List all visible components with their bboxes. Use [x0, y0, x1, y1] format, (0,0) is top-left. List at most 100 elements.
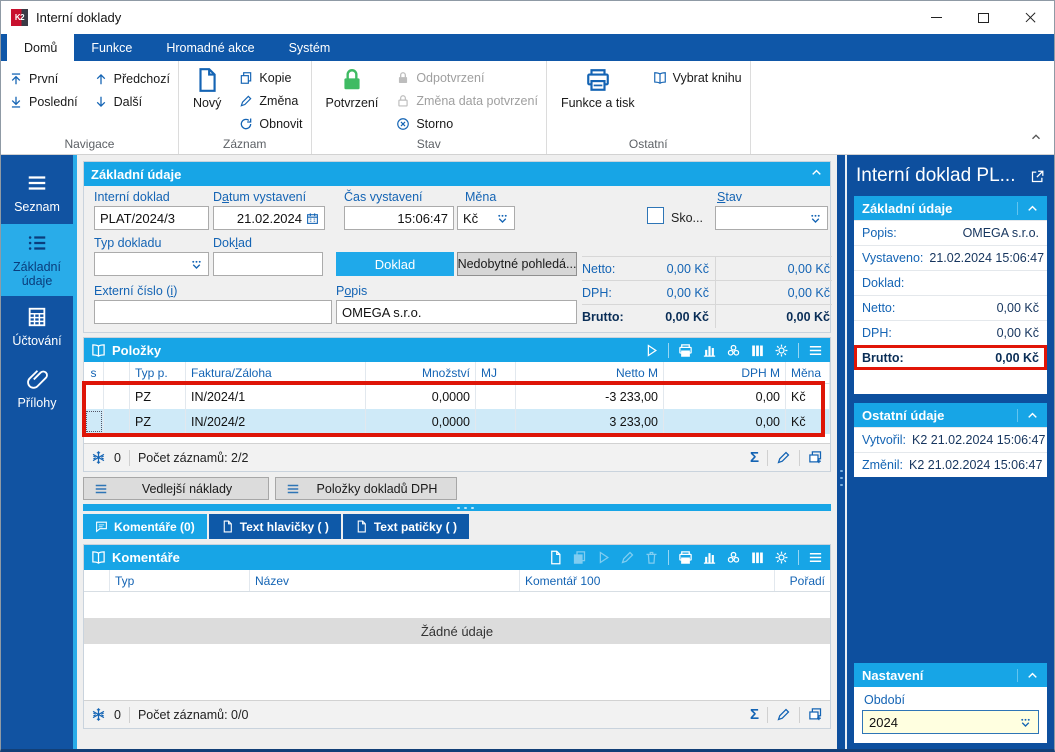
new-record-icon[interactable] — [548, 550, 563, 565]
settings-gear-icon[interactable] — [774, 550, 789, 565]
open-external-icon[interactable] — [1030, 169, 1045, 184]
typ-dokladu-input[interactable] — [94, 252, 209, 276]
sum-icon[interactable]: Σ — [750, 449, 759, 466]
doklad-input[interactable] — [213, 252, 323, 276]
chart-icon[interactable] — [702, 550, 717, 565]
menu-icon[interactable] — [808, 550, 823, 565]
chevron-up-icon — [810, 166, 823, 179]
lock-outline-icon — [396, 94, 410, 108]
previous-button[interactable]: Předchozí — [94, 67, 170, 90]
new-document-icon — [194, 67, 220, 93]
cas-vystaveni-input[interactable]: 15:06:47 — [344, 206, 454, 230]
lock-icon — [396, 71, 410, 85]
items-status-bar: 0 Počet záznamů: 2/2 Σ — [84, 443, 830, 471]
close-button[interactable] — [1007, 1, 1054, 34]
sidebar-item-uctovani[interactable]: Účtování — [1, 296, 73, 358]
comments-status-bar: 0 Počet záznamů: 0/0 Σ — [84, 700, 830, 728]
related-records-icon[interactable] — [726, 343, 741, 358]
dropdown-icon[interactable] — [1019, 716, 1032, 729]
externi-cislo-input[interactable] — [94, 300, 332, 324]
popis-label: Popis — [336, 284, 368, 298]
confirm-button[interactable]: Potvrzení — [320, 64, 385, 110]
sko-checkbox[interactable] — [647, 207, 664, 224]
group-label-zaznam: Záznam — [223, 137, 267, 151]
vertical-splitter[interactable] — [837, 155, 845, 749]
edit-pencil-icon[interactable] — [776, 707, 791, 722]
stav-input[interactable] — [715, 206, 828, 230]
first-button[interactable]: První — [9, 67, 78, 90]
book-icon — [91, 343, 106, 358]
next-button[interactable]: Další — [94, 90, 170, 113]
run-icon[interactable] — [644, 343, 659, 358]
sko-label: Sko... — [671, 211, 703, 225]
edit-pencil-icon[interactable] — [776, 450, 791, 465]
period-input[interactable]: 2024 — [862, 710, 1039, 734]
sidebar-item-prilohy[interactable]: Přílohy — [1, 358, 73, 420]
new-button[interactable]: Nový — [187, 64, 227, 110]
list-icon — [26, 172, 48, 194]
copy-add-icon[interactable] — [808, 707, 823, 722]
collapse-panel-button[interactable] — [810, 166, 823, 182]
popis-input[interactable]: OMEGA s.r.o. — [336, 300, 577, 324]
sidebar-item-zakladni-udaje[interactable]: Základní údaje — [1, 224, 73, 296]
copy-add-icon[interactable] — [808, 450, 823, 465]
last-button[interactable]: Poslední — [9, 90, 78, 113]
ribbon-group-stav: Potvrzení Odpotvrzení Změna data potvrze… — [312, 61, 547, 154]
mena-label: Měna — [465, 190, 497, 204]
group-label-navigace: Navigace — [64, 137, 115, 151]
table-row[interactable]: PZ IN/2024/1 0,0000 -3 233,00 0,00 Kč — [84, 384, 830, 409]
sum-icon[interactable]: Σ — [750, 706, 759, 723]
summary-other-card: Ostatní údaje Vytvořil: K2 21.02.2024 15:… — [854, 403, 1047, 477]
vedlejsi-naklady-button[interactable]: Vedlejší náklady — [83, 477, 269, 500]
interni-doklad-input[interactable]: PLAT/2024/3 — [94, 206, 209, 230]
related-records-icon[interactable] — [726, 550, 741, 565]
collapse-section-button[interactable] — [1017, 201, 1039, 215]
copy-button[interactable]: Kopie — [239, 66, 302, 89]
dropdown-icon[interactable] — [809, 212, 822, 225]
calendar-icon[interactable] — [306, 212, 319, 225]
items-table-header: s Typ p. Faktura/Záloha Množství MJ Nett… — [84, 362, 830, 384]
doklad-button[interactable]: Doklad — [336, 252, 454, 276]
tab-text-hlavicky[interactable]: Text hlavičky ( ) — [208, 514, 341, 539]
refresh-button[interactable]: Obnovit — [239, 112, 303, 135]
change-button[interactable]: Změna — [239, 89, 302, 112]
settings-gear-icon[interactable] — [774, 343, 789, 358]
maximize-button[interactable] — [960, 1, 1007, 34]
collapse-section-button[interactable] — [1017, 408, 1039, 422]
collapse-section-button[interactable] — [1017, 668, 1039, 682]
menu-icon — [286, 482, 300, 496]
chart-icon[interactable] — [702, 343, 717, 358]
polozky-dokladu-dph-button[interactable]: Položky dokladů DPH — [275, 477, 457, 500]
snowflake-icon[interactable] — [91, 450, 106, 465]
copy-icon — [239, 71, 253, 85]
functions-print-button[interactable]: Funkce a tisk — [555, 64, 641, 110]
columns-icon[interactable] — [750, 343, 765, 358]
sidebar-item-seznam[interactable]: Seznam — [1, 162, 73, 224]
minimize-button[interactable] — [913, 1, 960, 34]
tab-hromadne-akce[interactable]: Hromadné akce — [149, 34, 271, 61]
columns-icon[interactable] — [750, 550, 765, 565]
storno-button[interactable]: Storno — [396, 112, 538, 135]
k2-logo-icon: K2 — [11, 9, 28, 26]
tab-text-paticky[interactable]: Text patičky ( ) — [342, 514, 469, 539]
ribbon-collapse-button[interactable] — [1030, 130, 1042, 148]
menu-icon[interactable] — [808, 343, 823, 358]
print-icon[interactable] — [678, 343, 693, 358]
select-book-button[interactable]: Vybrat knihu — [653, 66, 742, 89]
dropdown-icon[interactable] — [190, 258, 203, 271]
nedobytne-pohledavky-button[interactable]: Nedobytné pohledá... — [457, 252, 577, 276]
dropdown-icon[interactable] — [496, 212, 509, 225]
snowflake-icon[interactable] — [91, 707, 106, 722]
tab-funkce[interactable]: Funkce — [74, 34, 149, 61]
tab-domu[interactable]: Domů — [7, 34, 75, 61]
frozen-count: 0 — [114, 450, 121, 465]
table-row-selected[interactable]: PZ IN/2024/2 0,0000 3 233,00 0,00 Kč — [84, 409, 830, 434]
datum-vystaveni-input[interactable]: 21.02.2024 — [213, 206, 325, 230]
tab-komentare[interactable]: Komentáře (0) — [83, 514, 207, 539]
print-icon[interactable] — [678, 550, 693, 565]
tab-system[interactable]: Systém — [272, 34, 348, 61]
horizontal-splitter[interactable] — [83, 504, 831, 511]
settings-card: Nastavení Období 2024 — [854, 663, 1047, 743]
datum-vystaveni-label: Datum vystavení — [213, 190, 307, 204]
mena-input[interactable]: Kč — [457, 206, 515, 230]
